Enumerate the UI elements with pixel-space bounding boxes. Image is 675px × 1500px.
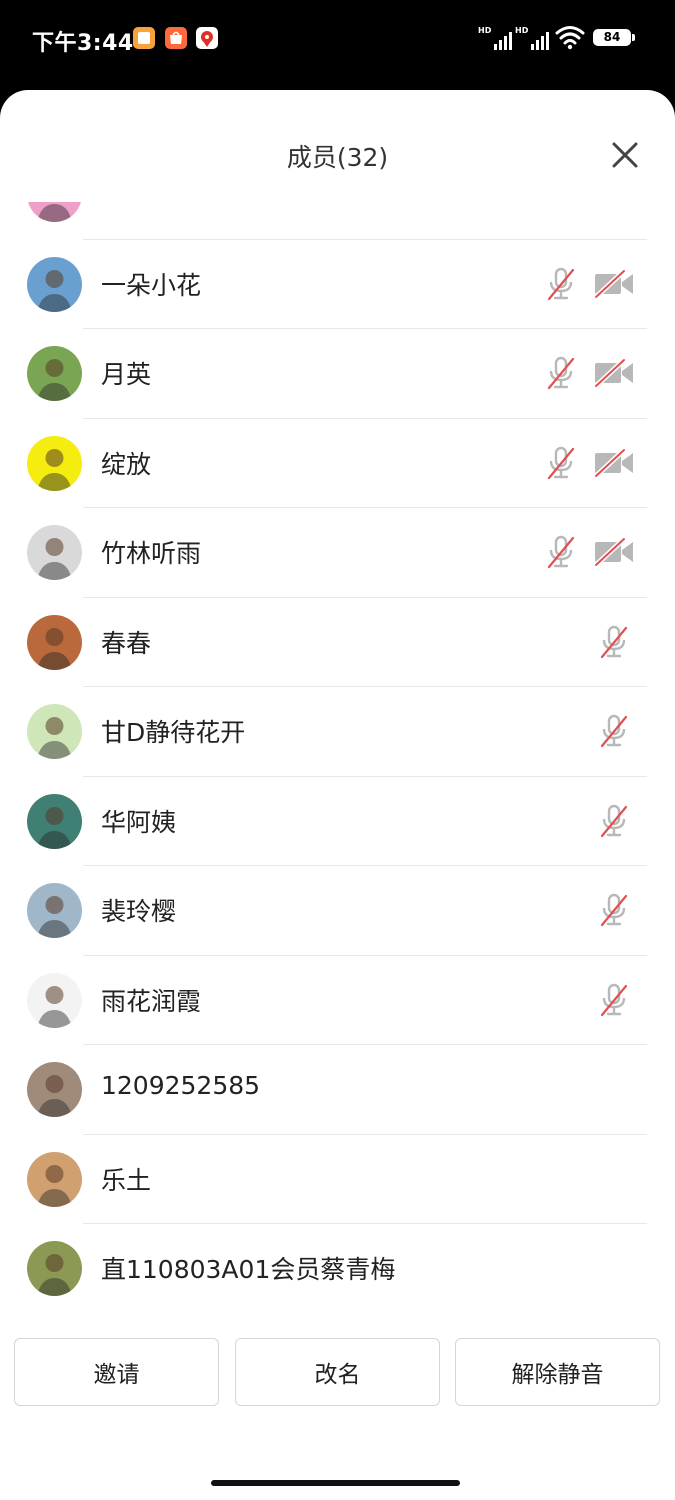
invite-button[interactable]: 邀请 — [14, 1338, 219, 1406]
mic-muted-icon[interactable] — [546, 534, 576, 570]
member-name: 月英 — [101, 360, 152, 389]
signal-hd-label: HD — [478, 26, 492, 35]
member-list-inner: 一朵小花月英绽放竹林听雨春春甘D静待花开 华阿姨裴玲樱雨花润霞 1209252585… — [0, 202, 675, 1310]
avatar — [27, 1062, 82, 1117]
member-name: 华阿姨 — [101, 807, 177, 837]
status-time: 下午3:44 — [32, 31, 134, 56]
wifi-icon — [555, 26, 585, 50]
member-row[interactable]: 直110803A01会员蔡青梅 — [0, 1224, 675, 1310]
mic-muted-icon[interactable] — [599, 892, 629, 928]
avatar — [27, 202, 82, 222]
rename-button[interactable]: 改名 — [235, 1338, 440, 1406]
member-row[interactable]: 华阿姨 — [0, 777, 675, 866]
avatar — [27, 793, 82, 849]
camera-off-icon[interactable] — [593, 447, 635, 478]
member-name: 雨花润霞 — [101, 986, 202, 1016]
notes-app-icon — [133, 27, 155, 49]
member-row[interactable]: 竹林听雨 — [0, 508, 675, 598]
battery-level: 84 — [603, 30, 621, 44]
mic-muted-icon[interactable] — [599, 713, 629, 749]
members-sheet: 成员(32) 一朵小花月英绽放竹林听雨春春甘D静待花开 华阿姨裴玲樱雨花润霞 120… — [0, 90, 675, 1500]
mic-muted-icon[interactable] — [546, 266, 576, 302]
battery-tip — [632, 34, 635, 41]
shopping-app-icon — [165, 27, 187, 49]
avatar — [27, 256, 82, 312]
mic-muted-icon[interactable] — [546, 355, 576, 391]
camera-off-icon[interactable] — [593, 537, 635, 567]
unmute-button[interactable]: 解除静音 — [455, 1338, 660, 1406]
member-row[interactable]: 一朵小花 — [0, 240, 675, 329]
member-name: 1209252585 — [101, 1071, 261, 1100]
avatar — [27, 1151, 82, 1207]
avatar — [27, 972, 82, 1028]
sheet-title: 成员(32) — [286, 143, 389, 172]
avatar — [27, 1241, 82, 1296]
mic-muted-icon[interactable] — [599, 803, 629, 839]
signal-icon-2: HD — [515, 26, 549, 50]
member-name: 一朵小花 — [101, 270, 202, 300]
member-row[interactable]: 裴玲樱 — [0, 866, 675, 956]
map-app-icon — [196, 27, 218, 49]
mic-muted-icon[interactable] — [599, 982, 629, 1018]
signal-hd-label: HD — [515, 26, 529, 35]
member-row[interactable] — [0, 202, 675, 240]
member-row[interactable]: 绽放 — [0, 419, 675, 508]
member-name: 春春 — [101, 628, 152, 658]
member-name: 甘D静待花开 — [101, 718, 246, 747]
mic-muted-icon[interactable] — [546, 445, 576, 481]
home-indicator — [211, 1480, 460, 1486]
member-name: 乐土 — [101, 1165, 152, 1195]
avatar — [27, 525, 82, 580]
avatar — [27, 435, 82, 491]
member-name: 绽放 — [101, 449, 152, 479]
member-name: 裴玲樱 — [101, 897, 177, 926]
member-row[interactable]: 雨花润霞 — [0, 956, 675, 1045]
signal-icon-1: HD — [478, 26, 512, 50]
member-row[interactable]: 甘D静待花开 — [0, 687, 675, 777]
status-bar: 下午3:44 HD HD 84 — [0, 0, 675, 90]
member-row[interactable]: 月英 — [0, 329, 675, 419]
action-bar: 邀请 改名 解除静音 — [0, 1338, 675, 1408]
avatar — [27, 883, 82, 938]
close-icon[interactable] — [608, 138, 642, 172]
mic-muted-icon[interactable] — [599, 624, 629, 660]
member-row[interactable]: 乐土 — [0, 1135, 675, 1224]
member-name: 竹林听雨 — [101, 539, 202, 568]
battery-icon: 84 — [593, 29, 631, 46]
member-name: 直110803A01会员蔡青梅 — [101, 1255, 396, 1284]
member-row[interactable]: 1209252585 — [0, 1045, 675, 1135]
avatar — [27, 704, 82, 759]
member-row[interactable]: 春春 — [0, 598, 675, 687]
avatar — [27, 346, 82, 401]
camera-off-icon[interactable] — [593, 268, 635, 299]
member-list[interactable]: 一朵小花月英绽放竹林听雨春春甘D静待花开 华阿姨裴玲樱雨花润霞 1209252585… — [0, 202, 675, 1310]
avatar — [27, 614, 82, 670]
camera-off-icon[interactable] — [593, 358, 635, 388]
